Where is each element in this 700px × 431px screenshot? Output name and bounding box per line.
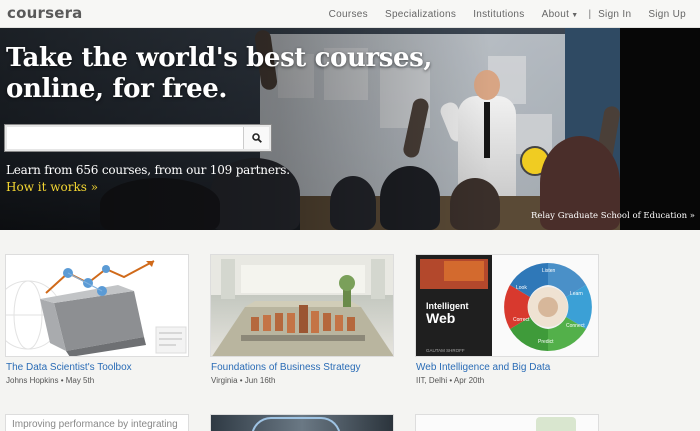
book-author: GAUTAM SHROFF	[426, 348, 465, 353]
course-meta: Johns Hopkins • May 5th	[6, 376, 95, 385]
cycle-label: Look	[516, 285, 527, 291]
course-title[interactable]: Foundations of Business Strategy	[211, 362, 361, 373]
thumbnail-text: Improving performance by integrating	[12, 419, 178, 430]
cycle-label: Learn	[570, 291, 583, 297]
how-it-works-link[interactable]: How it works »	[6, 180, 98, 194]
course-thumbnail[interactable]	[210, 414, 394, 431]
caret-down-icon: ▼	[571, 11, 579, 19]
nav-sign-up[interactable]: Sign Up	[648, 9, 686, 20]
course-meta: Virginia • Jun 16th	[211, 376, 276, 385]
nav-about-label: About	[541, 8, 570, 20]
partner-credit-link[interactable]: Relay Graduate School of Education »	[531, 211, 695, 221]
course-title[interactable]: Web Intelligence and Big Data	[416, 362, 550, 373]
web-intelligence-illustration: Intelligent Web GAUTAM SHROFF Listen Lea…	[416, 255, 592, 356]
nav-institutions[interactable]: Institutions	[473, 9, 524, 20]
thumbnail-image	[251, 417, 341, 431]
cycle-label: Connect	[566, 323, 585, 329]
course-title[interactable]: The Data Scientist's Toolbox	[6, 362, 132, 373]
chess-boardroom-illustration	[211, 255, 393, 356]
nav-specializations[interactable]: Specializations	[385, 9, 456, 20]
course-thumbnail[interactable]	[415, 414, 599, 431]
nav-separator: |	[588, 8, 592, 20]
toolbox-illustration	[6, 260, 187, 356]
nav-courses[interactable]: Courses	[329, 9, 368, 20]
course-thumbnail[interactable]: Improving performance by integrating	[5, 414, 189, 431]
nav-about[interactable]: About ▼	[542, 9, 579, 20]
cycle-label: Predict	[538, 339, 554, 345]
course-thumbnail[interactable]: Intelligent Web GAUTAM SHROFF Listen Lea…	[415, 254, 599, 357]
course-thumbnail[interactable]	[210, 254, 394, 357]
course-meta: IIT, Delhi • Apr 20th	[416, 376, 485, 385]
thumbnail-image	[536, 417, 576, 431]
cycle-label: Listen	[542, 268, 556, 274]
book-title-line2: Web	[426, 310, 455, 326]
hero-headline: Take the world's best courses, online, f…	[6, 43, 433, 104]
search-input[interactable]	[9, 129, 243, 147]
main-nav: Courses Specializations Institutions Abo…	[329, 0, 700, 28]
search-icon	[251, 133, 262, 143]
nav-sign-in[interactable]: Sign In	[598, 9, 631, 20]
course-search	[5, 125, 271, 151]
hero-banner: Take the world's best courses, online, f…	[0, 28, 700, 230]
search-button[interactable]	[243, 127, 269, 149]
course-thumbnail[interactable]	[5, 254, 189, 357]
top-navigation-bar: coursera Courses Specializations Institu…	[0, 0, 700, 28]
coursera-logo[interactable]: coursera	[7, 4, 83, 22]
hero-tagline: Learn from 656 courses, from our 109 par…	[6, 163, 290, 177]
cycle-label: Correct	[513, 317, 530, 323]
